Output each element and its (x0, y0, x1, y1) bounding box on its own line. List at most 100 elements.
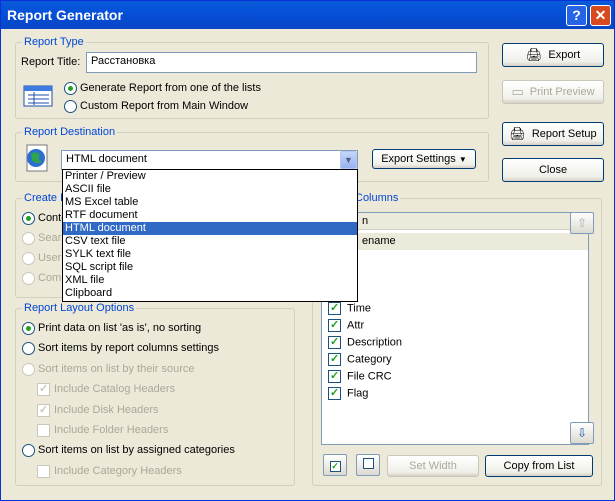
destination-dropdown-list[interactable]: Printer / Preview ASCII file MS Excel ta… (62, 169, 358, 302)
report-title-label: Report Title: (21, 56, 81, 68)
list-item[interactable]: Time (328, 301, 372, 319)
columns-legend: Columns (353, 192, 401, 204)
report-destination-legend: Report Destination (22, 126, 118, 138)
move-down-button[interactable]: ⇩ (570, 422, 594, 444)
destination-option[interactable]: Clipboard (63, 287, 357, 300)
set-width-button[interactable]: Set Width (387, 455, 479, 477)
empty-box-icon (362, 458, 374, 469)
folder-headers-label: Include Folder Headers (54, 424, 169, 436)
report-setup-label: Report Setup (531, 128, 597, 140)
sort-categories-radio[interactable] (22, 444, 35, 457)
column-checkbox[interactable] (328, 369, 341, 383)
folder-headers-checkbox[interactable] (37, 424, 50, 437)
report-setup-button[interactable]: 🖨 Report Setup (502, 122, 604, 146)
destination-select[interactable]: HTML document (61, 150, 358, 170)
destination-selected-value: HTML document (66, 153, 147, 165)
sort-columns-label: Sort items by report columns settings (38, 342, 219, 354)
export-button[interactable]: 🖨 Export (502, 43, 604, 67)
destination-option[interactable]: XML file (63, 274, 357, 287)
layout-options-legend: Report Layout Options (22, 302, 137, 314)
destination-option[interactable]: MS Excel table (63, 196, 357, 209)
printer-icon: 🖨 (525, 47, 543, 63)
arrow-down-icon: ⇩ (576, 426, 588, 440)
create-report-radio-4[interactable] (22, 272, 35, 285)
globe-document-icon (23, 143, 53, 173)
window-title: Report Generator (7, 7, 123, 23)
report-type-legend: Report Type (22, 36, 86, 48)
columns-list-header: n (322, 213, 588, 230)
create-report-label-2: Sear (38, 232, 62, 244)
destination-option[interactable]: ASCII file (63, 183, 357, 196)
create-report-radio-3[interactable] (22, 252, 35, 265)
uncheck-all-button[interactable] (356, 454, 380, 476)
report-title-input[interactable]: Расстановка (86, 52, 477, 73)
custom-report-label: Custom Report from Main Window (80, 100, 249, 112)
title-bar: Report Generator ? ✕ (1, 1, 614, 29)
generate-from-list-radio[interactable] (64, 82, 77, 95)
move-up-button[interactable]: ⇧ (570, 212, 594, 234)
list-item[interactable]: File CRC (328, 369, 392, 387)
column-checkbox[interactable] (328, 335, 341, 349)
arrow-up-icon: ⇧ (576, 216, 588, 230)
column-name: File CRC (347, 370, 392, 383)
sort-source-label: Sort items on list by their source (38, 363, 195, 375)
checked-box-icon: ✓ (329, 461, 341, 472)
destination-option[interactable]: CSV text file (63, 235, 357, 248)
column-checkbox[interactable] (328, 386, 341, 400)
column-name: Description (347, 336, 403, 349)
column-name-0: ename (362, 235, 396, 247)
category-headers-label: Include Category Headers (54, 465, 182, 477)
chevron-down-icon[interactable]: ▼ (340, 151, 357, 169)
export-label: Export (548, 49, 581, 61)
dropdown-arrow-icon: ▼ (458, 155, 467, 164)
column-name: Attr (347, 319, 365, 332)
column-checkbox[interactable] (328, 318, 341, 332)
column-checkbox[interactable] (328, 352, 341, 366)
export-settings-label: Export Settings (381, 153, 456, 165)
sort-categories-label: Sort items on list by assigned categorie… (38, 444, 235, 456)
category-headers-checkbox[interactable] (37, 465, 50, 478)
columns-list-selected-row[interactable]: ename (322, 233, 588, 250)
close-button[interactable]: Close (502, 158, 604, 182)
columns-listbox[interactable]: n ename t ze te Time Attr Description Ca… (321, 212, 589, 445)
generate-from-list-label: Generate Report from one of the lists (80, 82, 261, 94)
copy-from-list-button[interactable]: Copy from List (485, 455, 593, 477)
list-report-icon (23, 85, 53, 107)
print-preview-label: Print Preview (529, 86, 595, 98)
list-item[interactable]: Category (328, 352, 392, 370)
preview-icon: ▭ (511, 84, 524, 100)
destination-option[interactable]: SQL script file (63, 261, 357, 274)
columns-header-label: n (362, 215, 369, 227)
sort-source-radio[interactable] (22, 363, 35, 376)
create-report-label-3: User (38, 252, 62, 264)
list-item[interactable]: Attr (328, 318, 365, 336)
help-button[interactable]: ? (566, 5, 587, 26)
custom-report-radio[interactable] (64, 100, 77, 113)
close-window-button[interactable]: ✕ (590, 5, 611, 26)
column-name: Flag (347, 387, 369, 400)
sort-columns-radio[interactable] (22, 342, 35, 355)
list-item[interactable]: Flag (328, 386, 369, 404)
destination-option[interactable]: Printer / Preview (63, 170, 357, 183)
column-name: Time (347, 302, 372, 315)
setup-printer-icon: 🖨 (509, 126, 526, 142)
destination-option[interactable]: RTF document (63, 209, 357, 222)
print-preview-button[interactable]: ▭ Print Preview (502, 80, 604, 104)
column-name: Category (347, 353, 392, 366)
column-checkbox[interactable] (328, 301, 341, 315)
report-generator-window: Report Generator ? ✕ Report Type Report … (0, 0, 615, 501)
create-report-radio-2[interactable] (22, 232, 35, 245)
check-all-button[interactable]: ✓ (323, 454, 347, 476)
disk-headers-label: Include Disk Headers (54, 404, 159, 416)
export-settings-button[interactable]: Export Settings ▼ (372, 149, 476, 169)
destination-option[interactable]: SYLK text file (63, 248, 357, 261)
print-as-is-radio[interactable] (22, 322, 35, 335)
list-item[interactable]: Description (328, 335, 403, 353)
destination-option-selected[interactable]: HTML document (63, 222, 357, 235)
layout-options-group: Report Layout Options (15, 302, 295, 486)
catalog-headers-label: Include Catalog Headers (54, 383, 176, 395)
print-as-is-label: Print data on list 'as is', no sorting (38, 322, 202, 334)
disk-headers-checkbox[interactable] (37, 403, 50, 417)
create-report-radio-1[interactable] (22, 212, 35, 225)
catalog-headers-checkbox[interactable] (37, 382, 50, 396)
